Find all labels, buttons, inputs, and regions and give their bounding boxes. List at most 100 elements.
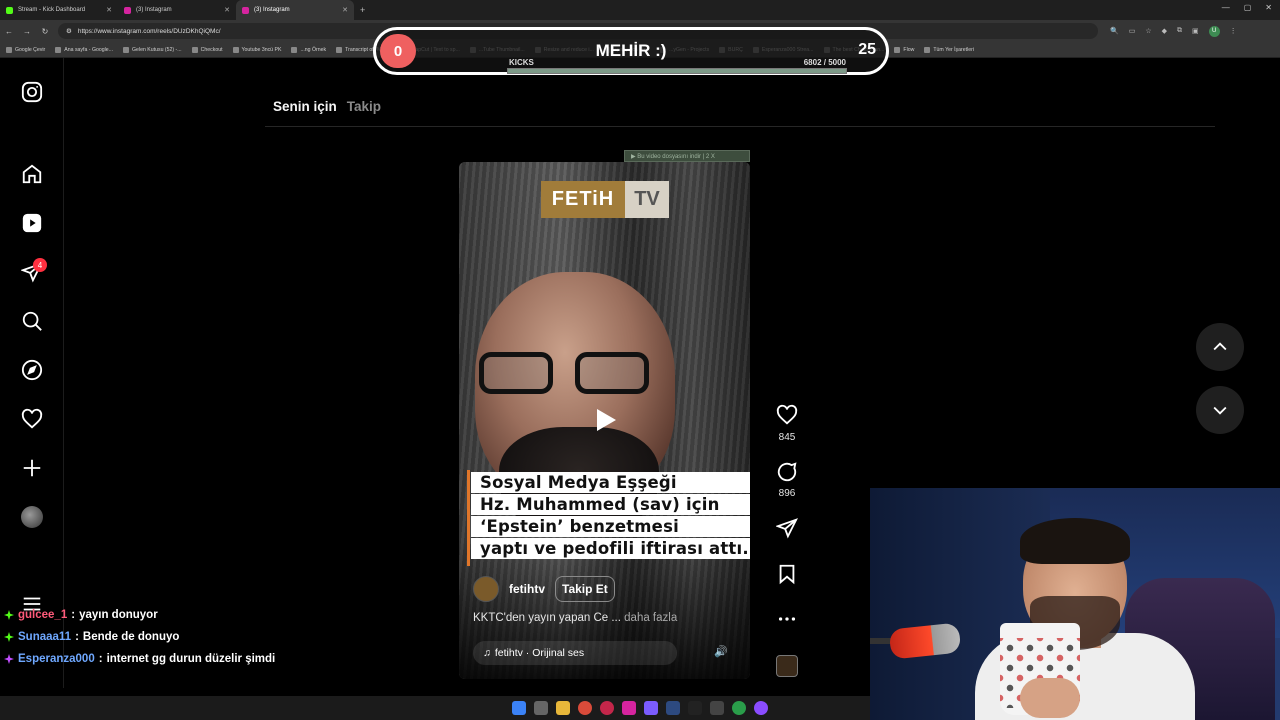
opera-icon[interactable] <box>600 701 614 715</box>
bookmark-favicon-icon <box>336 46 343 53</box>
reel-video[interactable]: FETiH TV Sosyal Medya Eşşeği Hz. Muhamme… <box>459 162 750 679</box>
capcut-icon[interactable] <box>710 701 724 715</box>
chat-message: Sunaaa11: Bende de donuyo <box>4 631 179 643</box>
comment-icon[interactable] <box>776 461 798 483</box>
bookmark-item[interactable]: Google Çevir <box>6 46 46 53</box>
kick-goal-progress <box>507 68 847 74</box>
bookmark-favicon-icon <box>894 46 901 53</box>
author-avatar[interactable] <box>473 576 499 602</box>
instagram-favicon-icon <box>242 6 249 14</box>
tab-for-you[interactable]: Senin için <box>273 99 337 114</box>
sidebar-icon[interactable]: ▣ <box>1192 27 1199 35</box>
bookmark-favicon-icon <box>55 46 62 53</box>
close-tab-icon[interactable]: ✕ <box>224 6 230 14</box>
forward-icon[interactable]: → <box>18 27 36 36</box>
extensions-puzzle-icon[interactable]: ⧉ <box>1177 27 1182 35</box>
save-bookmark-icon[interactable] <box>776 563 798 585</box>
close-tab-icon[interactable]: ✕ <box>106 6 112 14</box>
bookmark-label: Youtube 3ncü PK <box>241 46 282 53</box>
audio-pill[interactable]: ♫ fetihtv · Orijinal ses <box>473 641 677 665</box>
profile-avatar[interactable]: U <box>1208 25 1220 37</box>
site-info-icon[interactable]: ⚙ <box>66 27 72 35</box>
bookmark-item[interactable]: Flow <box>894 46 914 53</box>
share-icon[interactable] <box>776 517 798 539</box>
chat-username: gulcee_1 <box>18 609 68 621</box>
like-heart-icon[interactable] <box>776 404 798 426</box>
maximize-icon[interactable]: ▢ <box>1244 3 1252 12</box>
chat-badge-icon <box>4 632 14 642</box>
like-count: 845 <box>778 432 796 443</box>
caption-line: ‘Epstein’ benzetmesi <box>471 516 750 537</box>
bookmark-item[interactable]: Ana sayfa - Google... <box>55 46 113 53</box>
browser-tab[interactable]: (3) Instagram ✕ <box>118 0 236 20</box>
explore-compass-icon[interactable] <box>20 358 44 382</box>
instagram-favicon-icon <box>124 6 131 14</box>
tab-following[interactable]: Takip <box>347 99 381 114</box>
instagram-logo-icon[interactable] <box>20 80 44 104</box>
speaker-icon[interactable]: 🔊 <box>714 645 732 661</box>
messenger-icon[interactable] <box>644 701 658 715</box>
toolbar-icons: 🔍 ▭ ☆ ◆ ⧉ ▣ U ⋮ <box>1110 25 1237 37</box>
bookmark-item[interactable]: Youtube 3ncü PK <box>232 46 282 53</box>
logo-left-text: FETiH <box>541 181 625 218</box>
cast-icon[interactable]: ▭ <box>1129 27 1136 35</box>
next-reel-button[interactable] <box>1196 386 1244 434</box>
minimize-icon[interactable]: — <box>1222 3 1230 12</box>
kick-goal-progress-fill <box>508 69 846 73</box>
tiktok-icon[interactable] <box>688 701 702 715</box>
app-icon[interactable] <box>754 701 768 715</box>
new-tab-icon[interactable]: + <box>360 5 365 15</box>
bookmark-item[interactable]: ...ng Örnek <box>291 46 327 53</box>
close-window-icon[interactable]: ✕ <box>1265 3 1272 12</box>
bookmark-item[interactable]: Tüm Yer İşaretleri <box>924 46 975 53</box>
author-name[interactable]: fetihtv <box>509 582 545 596</box>
browser-tabbar: Stream - Kick Dashboard ✕ (3) Instagram … <box>0 0 1280 20</box>
heart-icon[interactable] <box>20 407 44 431</box>
back-icon[interactable]: ← <box>0 27 18 36</box>
create-plus-icon[interactable] <box>20 456 44 480</box>
browser-icon[interactable] <box>732 701 746 715</box>
bookmark-label: Google Çevir <box>15 46 46 53</box>
fetih-tv-logo: FETiH TV <box>541 181 669 218</box>
kick-right-counter: 25 <box>858 41 876 58</box>
profile-avatar[interactable] <box>21 506 43 528</box>
bookmark-favicon-icon <box>924 46 931 53</box>
bookmark-label: Tüm Yer İşaretleri <box>933 46 975 53</box>
more-options-icon[interactable] <box>776 608 798 630</box>
download-video-banner[interactable]: ▶ Bu video dosyasını indir | 2 X <box>624 150 750 162</box>
close-tab-icon[interactable]: ✕ <box>342 6 348 14</box>
instagram-sidebar: 4 <box>0 58 64 688</box>
home-icon[interactable] <box>20 162 44 186</box>
instagram-app-icon[interactable] <box>622 701 636 715</box>
task-view-icon[interactable] <box>534 701 548 715</box>
feed-tabs: Senin için Takip <box>273 99 381 114</box>
file-explorer-icon[interactable] <box>556 701 570 715</box>
window-controls: — ▢ ✕ <box>1222 3 1272 12</box>
play-icon[interactable] <box>590 405 620 435</box>
bookmark-label: ...ng Örnek <box>300 46 327 53</box>
bookmark-item[interactable]: Gelen Kutusu (52) -... <box>123 46 182 53</box>
photoshop-icon[interactable] <box>666 701 680 715</box>
follow-button[interactable]: Takip Et <box>555 576 615 602</box>
divider <box>265 126 1215 127</box>
kick-goal-overlay: 0 MEHİR :) 25 KICKS 6802 / 5000 <box>373 27 889 75</box>
browser-tab-active[interactable]: (3) Instagram ✕ <box>236 0 354 20</box>
chrome-icon[interactable] <box>578 701 592 715</box>
zoom-icon[interactable]: 🔍 <box>1110 27 1119 35</box>
audio-thumbnail[interactable] <box>776 655 798 677</box>
chevron-down-icon <box>1213 406 1227 415</box>
reload-icon[interactable]: ↻ <box>36 27 54 36</box>
previous-reel-button[interactable] <box>1196 323 1244 371</box>
chat-text: Bende de donuyo <box>82 631 180 643</box>
bookmark-star-icon[interactable]: ☆ <box>1145 27 1151 35</box>
browser-tab[interactable]: Stream - Kick Dashboard ✕ <box>0 0 118 20</box>
search-icon[interactable] <box>20 309 44 333</box>
menu-dots-icon[interactable]: ⋮ <box>1230 27 1237 35</box>
reels-icon[interactable] <box>20 211 44 235</box>
audio-label: fetihtv · Orijinal ses <box>494 647 585 659</box>
bookmark-item[interactable]: Checkout <box>191 46 223 53</box>
extension-icon[interactable]: ◆ <box>1162 27 1167 35</box>
logo-right-text: TV <box>625 181 669 218</box>
start-icon[interactable] <box>512 701 526 715</box>
more-link[interactable]: daha fazla <box>624 612 677 624</box>
